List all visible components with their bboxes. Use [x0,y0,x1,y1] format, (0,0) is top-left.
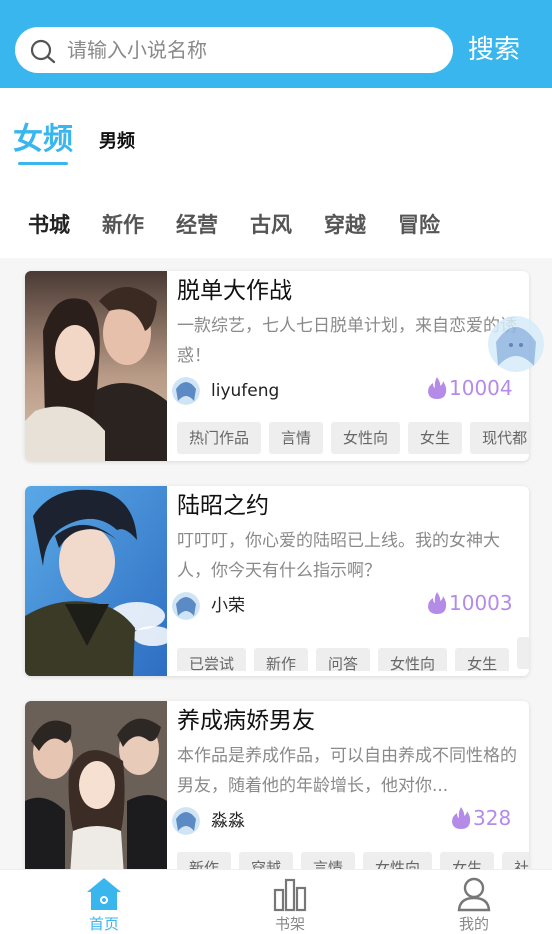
book-card[interactable]: 养成病娇男友 本作品是养成作品，可以自由养成不同性格的男友，随着他的年龄增长，他… [25,701,529,869]
search-input[interactable]: 请输入小说名称 [15,27,453,73]
tag[interactable]: 女生 [440,852,495,869]
author-avatar [172,377,200,405]
tag[interactable]: 言情 [269,422,324,454]
top-header: 请输入小说名称 搜索 [0,0,552,88]
tag[interactable]: 女生 [455,648,510,671]
bookshelf-icon [273,878,307,912]
gender-tabs: 女频 男频 [0,88,552,198]
tag[interactable] [517,637,529,669]
book-cover [25,486,167,676]
author-avatar [172,592,200,620]
book-card[interactable]: 陆昭之约 叮叮叮，你心爱的陆昭已上线。我的女神大人，你今天有什么指示啊？ 小荣 … [25,486,529,676]
book-tags: 新作 穿越 言情 女性向 女生社 [177,852,529,869]
tag[interactable]: 已尝试 [177,648,247,671]
category-tab[interactable]: 古风 [250,210,292,240]
fire-icon [428,377,447,399]
search-button[interactable]: 搜索 [468,30,520,70]
book-title: 陆昭之约 [177,493,269,519]
fire-icon [452,807,471,829]
category-tab[interactable]: 书城 [28,210,70,240]
category-tab[interactable]: 经营 [176,210,218,240]
nav-shelf[interactable]: 书架 [230,870,350,934]
author-avatar [172,807,200,835]
tab-female[interactable]: 女频 [13,118,73,162]
book-heat: 10003 [449,591,513,615]
tag[interactable]: 新作 [254,648,309,671]
book-description: 一款综艺，七人七日脱单计划，来自恋爱的诱惑！ [177,316,517,366]
book-description: 叮叮叮，你心爱的陆昭已上线。我的女神大人，你今天有什么指示啊？ [177,531,500,581]
bottom-nav: 首页 书架 我的 [0,869,552,934]
category-tab[interactable]: 穿越 [324,210,366,240]
floating-assistant-avatar[interactable] [488,316,544,372]
nav-shelf-label: 书架 [274,915,305,933]
nav-mine[interactable]: 我的 [414,870,534,934]
user-icon [457,877,491,912]
tag[interactable]: 现代都 [470,422,529,454]
tab-male[interactable]: 男频 [99,129,135,155]
book-author: liyufeng [211,381,280,401]
tag[interactable]: 新作 [177,852,232,869]
book-tags: 已尝试 新作 问答 女性向 女生 [177,637,529,671]
tab-active-indicator [18,162,68,165]
book-author: 淼淼 [211,811,245,831]
category-tabs: 书城 新作 经营 古风 穿越 冒险 [0,198,552,258]
tag[interactable]: 言情 [301,852,356,869]
tag[interactable]: 穿越 [239,852,294,869]
book-description: 本作品是养成作品，可以自由养成不同性格的男友，随着他的年龄增长，他对你... [177,746,517,796]
book-heat: 328 [473,806,512,830]
book-title: 养成病娇男友 [177,708,315,734]
tag[interactable]: 女性向 [363,852,433,869]
category-tab[interactable]: 冒险 [398,210,440,240]
book-cover [25,701,167,869]
tag[interactable]: 女性向 [378,648,448,671]
tag[interactable]: 女生 [408,422,463,454]
tag[interactable]: 热门作品 [177,422,262,454]
book-cover [25,271,167,461]
fire-icon [428,592,447,614]
tag[interactable]: 问答 [316,648,371,671]
book-tags: 热门作品 言情 女性向 女生 现代都 [177,422,529,456]
book-title: 脱单大作战 [177,278,292,304]
book-author: 小荣 [211,596,245,616]
nav-home-label: 首页 [88,915,119,933]
book-list: 脱单大作战 一款综艺，七人七日脱单计划，来自恋爱的诱惑！ liyufeng 10… [0,258,552,869]
search-icon [30,39,56,64]
tag[interactable]: 社 [502,852,529,869]
home-icon [87,878,121,910]
tag[interactable]: 女性向 [331,422,401,454]
search-placeholder: 请输入小说名称 [67,38,207,62]
nav-home[interactable]: 首页 [44,870,164,934]
book-heat: 10004 [449,376,513,400]
book-card[interactable]: 脱单大作战 一款综艺，七人七日脱单计划，来自恋爱的诱惑！ liyufeng 10… [25,271,529,461]
category-tab[interactable]: 新作 [102,210,144,240]
nav-mine-label: 我的 [458,915,489,933]
